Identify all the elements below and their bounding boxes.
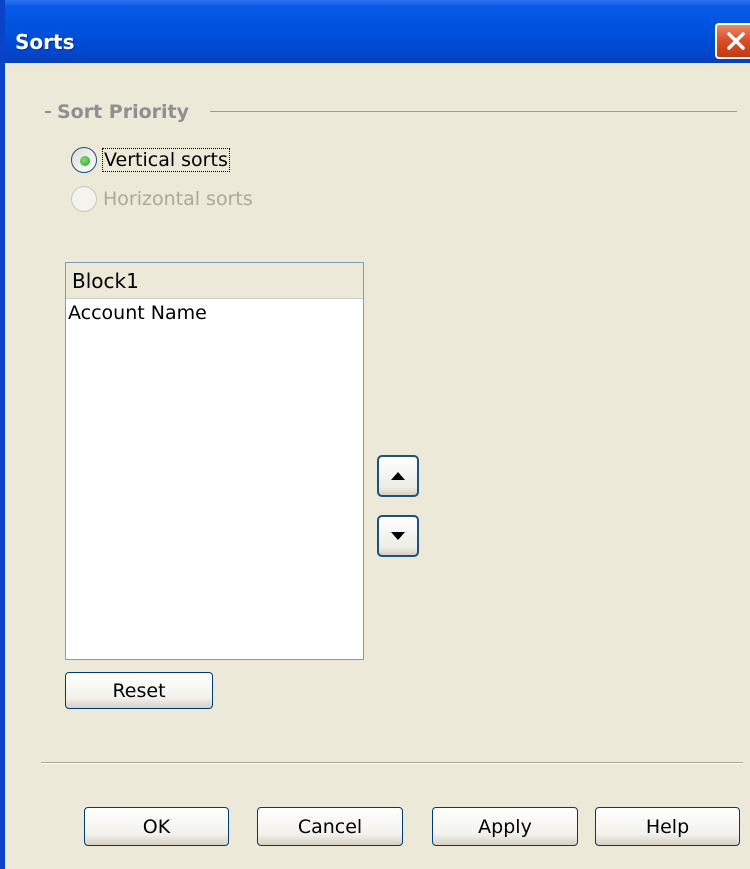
move-down-button[interactable] [377,515,419,557]
group-divider [210,111,737,112]
sort-list[interactable]: Block1 Account Name [65,262,364,660]
footer-separator [41,762,743,764]
vertical-sorts-option[interactable]: Vertical sorts [71,147,230,173]
arrow-up-icon [391,472,405,480]
horizontal-sorts-label[interactable]: Horizontal sorts [103,188,253,210]
vertical-sorts-label[interactable]: Vertical sorts [102,148,230,172]
vertical-sorts-radio[interactable] [71,147,97,173]
ok-button[interactable]: OK [84,807,229,846]
window-title: Sorts [15,30,75,54]
list-item[interactable]: Account Name [66,299,363,327]
reset-button[interactable]: Reset [65,672,213,709]
close-button[interactable] [715,23,750,59]
legend-dash [45,111,51,113]
list-header: Block1 [66,263,363,299]
apply-button[interactable]: Apply [432,807,578,846]
sorts-dialog: Sorts Sort Priority Vertical sorts Horiz… [0,0,750,869]
horizontal-sorts-option[interactable]: Horizontal sorts [71,186,253,212]
horizontal-sorts-radio[interactable] [71,186,97,212]
cancel-button[interactable]: Cancel [257,807,403,846]
sort-priority-label: Sort Priority [57,101,190,123]
title-bar[interactable]: Sorts [5,0,750,63]
close-icon [727,32,745,50]
move-up-button[interactable] [377,455,419,497]
arrow-down-icon [391,532,405,540]
sort-priority-group-legend: Sort Priority [45,101,189,123]
help-button[interactable]: Help [595,807,740,846]
